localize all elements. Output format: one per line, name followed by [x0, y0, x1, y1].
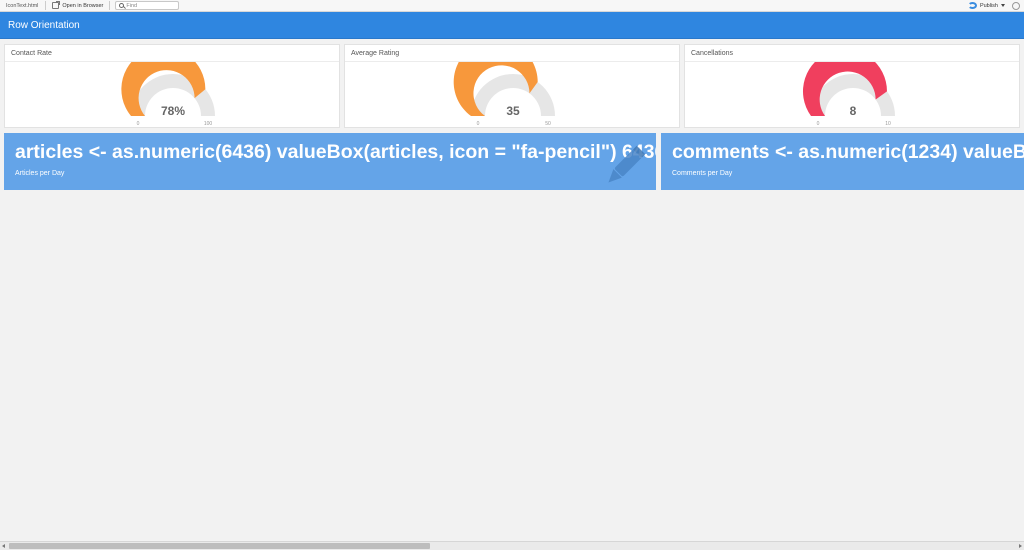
scroll-right-icon[interactable] — [1019, 544, 1022, 548]
open-in-browser-label: Open in Browser — [62, 2, 104, 9]
gauge: 8 0 10 — [685, 62, 1019, 128]
value-box-value: comments <- as.numeric(1234) valueBox(co… — [672, 141, 1024, 163]
gauge-title: Average Rating — [345, 45, 679, 62]
value-box-comments: comments <- as.numeric(1234) valueBox(co… — [661, 133, 1024, 190]
gauge-card-contact-rate: Contact Rate 78% 0 100 — [4, 44, 340, 128]
refresh-icon[interactable] — [1012, 1, 1020, 10]
gauge-svg: 8 0 10 — [802, 62, 895, 127]
external-link-icon — [52, 1, 61, 9]
gauge: 78% 0 100 — [5, 62, 339, 128]
gauge-title: Contact Rate — [5, 45, 339, 62]
gauge-max-label: 100 — [204, 121, 213, 127]
gauge-card-cancellations: Cancellations 8 0 10 — [684, 44, 1020, 128]
gauge-max-label: 50 — [545, 121, 551, 127]
find-input[interactable] — [126, 2, 177, 9]
value-box-articles: articles <- as.numeric(6436) valueBox(ar… — [4, 133, 656, 190]
publish-label: Publish — [979, 2, 998, 9]
gauge: 35 0 50 — [345, 62, 679, 128]
search-icon — [119, 3, 125, 8]
toolbar-separator — [109, 1, 111, 10]
value-box-value: articles <- as.numeric(6436) valueBox(ar… — [15, 141, 656, 163]
publish-button[interactable]: Publish — [965, 2, 1008, 9]
scrollbar-thumb[interactable] — [9, 543, 430, 549]
gauge-value: 35 — [506, 104, 520, 118]
gauge-title: Cancellations — [685, 45, 1019, 62]
publish-icon — [967, 2, 977, 9]
scroll-left-icon[interactable] — [2, 544, 5, 548]
gauge-value: 78% — [161, 104, 185, 118]
navbar: Row Orientation — [0, 12, 1024, 39]
chevron-down-icon — [1001, 4, 1005, 7]
value-box-caption: Comments per Day — [672, 170, 733, 177]
toolbar-separator — [45, 1, 47, 10]
value-box-caption: Articles per Day — [15, 170, 65, 177]
gauge-value: 8 — [850, 104, 857, 118]
file-name: IconText.html — [6, 2, 39, 9]
open-in-browser-button[interactable]: Open in Browser — [49, 1, 106, 9]
gauge-min-label: 0 — [817, 121, 820, 127]
horizontal-scrollbar[interactable] — [0, 541, 1024, 550]
viewer-toolbar: IconText.html Open in Browser Publish — [0, 0, 1024, 12]
gauge-svg: 78% 0 100 — [121, 62, 215, 127]
gauge-min-label: 0 — [137, 121, 140, 127]
gauge-card-average-rating: Average Rating 35 0 50 — [344, 44, 680, 128]
gauge-max-label: 10 — [885, 121, 891, 127]
page-title[interactable]: Row Orientation — [0, 20, 80, 31]
pencil-icon — [608, 145, 646, 183]
gauge-svg: 35 0 50 — [453, 62, 555, 127]
gauge-min-label: 0 — [477, 121, 480, 127]
find-box — [115, 1, 180, 10]
